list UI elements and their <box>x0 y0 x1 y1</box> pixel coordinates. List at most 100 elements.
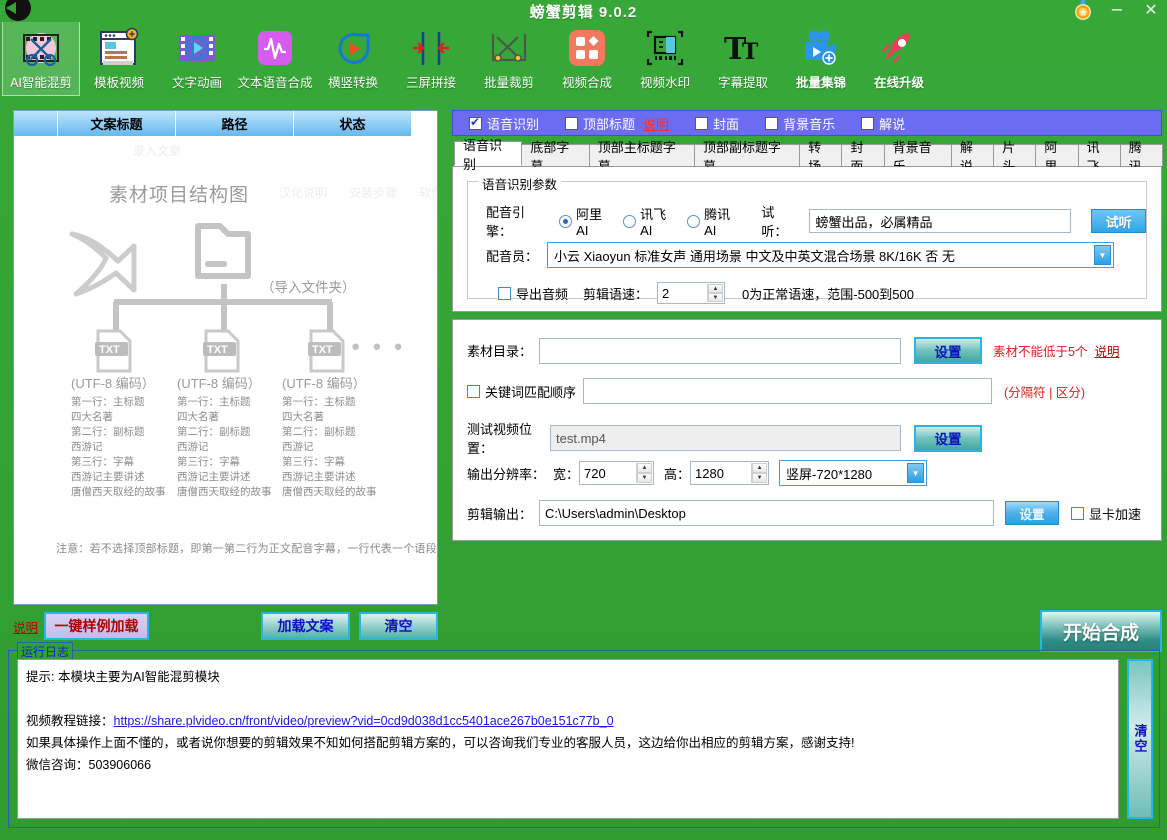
chevron-down-icon[interactable]: ▼ <box>907 463 925 483</box>
tab-bottom-subtitle[interactable]: 底部字幕 <box>521 140 590 174</box>
toolbar-item-text-animation[interactable]: 文字动画 <box>158 22 236 96</box>
stepper-buttons[interactable]: ▲ ▼ <box>751 463 768 483</box>
column-header-path[interactable]: 路径 <box>176 111 294 136</box>
output-path-set-button[interactable]: 设置 <box>1005 501 1059 525</box>
checkbox-box[interactable] <box>469 115 482 130</box>
radio-dot[interactable] <box>559 214 573 228</box>
toolbar-item-orientation-convert[interactable]: 横竖转换 <box>314 22 392 96</box>
test-video-set-button[interactable]: 设置 <box>914 424 982 452</box>
stepper-buttons[interactable]: ▲ ▼ <box>636 463 653 483</box>
column-header-title[interactable]: 文案标题 <box>58 111 176 136</box>
radio-dot[interactable] <box>623 214 637 228</box>
clear-script-button[interactable]: 清空 <box>359 612 438 640</box>
tab-top-sub-title-subtitle[interactable]: 顶部副标题字幕 <box>693 140 801 174</box>
radio-tencent-ai[interactable]: 腾讯AI <box>687 204 741 238</box>
toolbar-item-batch-crop[interactable]: 批量裁剪 <box>470 22 548 96</box>
radio-ali-ai[interactable]: 阿里AI <box>559 204 613 238</box>
width-stepper[interactable]: 720 ▲ ▼ <box>579 461 655 485</box>
checkbox-speech-recognition[interactable]: 语音识别 <box>469 114 539 133</box>
radio-dot[interactable] <box>687 214 701 228</box>
medal-icon[interactable] <box>1073 0 1093 20</box>
stepper-up-icon[interactable]: ▲ <box>708 284 724 293</box>
clear-log-button[interactable]: 清空 <box>1127 659 1153 819</box>
column-header-status[interactable]: 状态 <box>294 111 412 136</box>
output-path-input[interactable]: C:\Users\admin\Desktop <box>539 500 994 526</box>
keyword-input[interactable] <box>583 378 993 404</box>
height-value: 1280 <box>695 465 724 481</box>
keyword-row: 关键词匹配顺序 (分隔符 | 区分) <box>467 378 1085 404</box>
tab-opening[interactable]: 片头 <box>993 140 1037 174</box>
stepper-up-icon[interactable]: ▲ <box>637 463 653 473</box>
ai-mix-cut-icon <box>18 26 64 70</box>
checkbox-keyword-order[interactable]: 关键词匹配顺序 <box>467 382 576 401</box>
chevron-down-icon[interactable]: ▼ <box>1094 245 1112 265</box>
tutorial-link[interactable]: https://share.plvideo.cn/front/video/pre… <box>114 714 614 728</box>
checkbox-export-audio[interactable]: 导出音频 <box>498 284 568 303</box>
checkbox-box[interactable] <box>765 116 779 130</box>
material-help-link[interactable]: 说明 <box>1094 341 1119 360</box>
script-list-body[interactable]: 录入文章 汉化说明 安装步骤 软件 素材项目结构图 （导入文件夹） <box>14 136 437 604</box>
tab-narration[interactable]: 解说 <box>950 140 995 174</box>
file-line: 唐僧西天取经的故事 <box>177 486 272 498</box>
tab-top-main-title-subtitle[interactable]: 顶部主标题字幕 <box>588 140 695 174</box>
sample-load-button[interactable]: 一键样例加载 <box>44 612 150 640</box>
checkbox-gpu-acceleration[interactable]: 显卡加速 <box>1071 504 1141 523</box>
preview-text-input[interactable]: 螃蟹出品，必属精品 <box>809 209 1072 233</box>
toolbar-item-three-screen-splice[interactable]: 三屏拼接 <box>392 22 470 96</box>
column-header-index[interactable] <box>14 111 58 136</box>
toolbar-item-subtitle-extract[interactable]: T T 字幕提取 <box>704 22 782 96</box>
output-path-label: 剪辑输出： <box>467 506 533 522</box>
stepper-up-icon[interactable]: ▲ <box>752 463 768 473</box>
voice-select[interactable]: 小云 Xiaoyun 标准女声 通用场景 中文及中英文混合场景 8K/16K 否… <box>547 242 1115 268</box>
height-label: 高： <box>664 466 691 482</box>
toolbar-item-video-watermark[interactable]: 视频水印 <box>626 22 704 96</box>
txt-file-icon: TXT <box>203 329 240 373</box>
file-line: 第二行：副标题 <box>71 426 145 438</box>
checkbox-box[interactable] <box>565 116 579 130</box>
toolbar-item-ai-mix-cut[interactable]: AI智能混剪 <box>2 22 80 96</box>
toolbar-item-batch-highlights[interactable]: 批量集锦 <box>782 22 860 96</box>
minimize-button[interactable]: − <box>1107 0 1127 20</box>
toolbar-item-video-compose[interactable]: 视频合成 <box>548 22 626 96</box>
run-log-content[interactable]: 提示: 本模块主要为AI智能混剪模块 视频教程链接：https://share.… <box>17 659 1119 819</box>
close-button[interactable]: ✕ <box>1141 0 1161 20</box>
toolbar-item-label: 文本语音合成 <box>237 76 313 90</box>
start-compose-button[interactable]: 开始合成 <box>1040 610 1162 652</box>
stepper-down-icon[interactable]: ▼ <box>637 473 653 483</box>
radio-xunfei-ai[interactable]: 讯飞AI <box>623 204 677 238</box>
tab-cover[interactable]: 封面 <box>841 140 885 174</box>
stepper-buttons[interactable]: ▲ ▼ <box>707 284 724 302</box>
checkbox-background-music[interactable]: 背景音乐 <box>765 114 835 133</box>
resolution-preset-select[interactable]: 竖屏-720*1280 ▼ <box>779 460 928 486</box>
toolbar-item-text-to-speech[interactable]: 文本语音合成 <box>236 22 314 96</box>
toolbar-item-online-upgrade[interactable]: 在线升级 <box>860 22 938 96</box>
material-dir-input[interactable] <box>539 337 901 364</box>
checkbox-narration[interactable]: 解说 <box>861 114 905 133</box>
tab-tencent[interactable]: 腾讯 <box>1119 140 1163 174</box>
checkbox-box[interactable] <box>1071 506 1084 520</box>
checkbox-box[interactable] <box>498 286 511 300</box>
test-video-input[interactable]: test.mp4 <box>550 425 901 451</box>
load-script-button[interactable]: 加载文案 <box>261 612 350 640</box>
tab-transition[interactable]: 转场 <box>799 140 843 174</box>
checkbox-cover[interactable]: 封面 <box>695 114 739 133</box>
stepper-down-icon[interactable]: ▼ <box>708 293 724 302</box>
tab-ali[interactable]: 阿里 <box>1035 140 1079 174</box>
stepper-down-icon[interactable]: ▼ <box>752 473 768 483</box>
keyword-hint: (分隔符 | 区分) <box>1004 385 1086 400</box>
material-dir-set-button[interactable]: 设置 <box>914 337 982 364</box>
height-stepper[interactable]: 1280 ▲ ▼ <box>690 461 770 485</box>
checkbox-top-title[interactable]: 顶部标题 说明 <box>565 114 669 133</box>
txt-file-desc-1: (UTF-8 编码） 第一行：主标题 四大名著 第二行：副标题 西游记 第三行：… <box>177 376 272 500</box>
left-help-link[interactable]: 说明 <box>13 617 38 636</box>
tab-speech-recognition[interactable]: 语音识别 <box>454 138 523 172</box>
tab-background-music[interactable]: 背景音乐 <box>883 140 952 174</box>
speed-stepper[interactable]: 2 ▲ ▼ <box>657 282 726 304</box>
toolbar-item-template-video[interactable]: 模板视频 <box>80 22 158 96</box>
checkbox-box[interactable] <box>695 116 709 130</box>
checkbox-box[interactable] <box>861 116 875 130</box>
top-title-help-link[interactable]: 说明 <box>643 114 669 133</box>
preview-button[interactable]: 试听 <box>1091 209 1146 233</box>
tab-xunfei[interactable]: 讯飞 <box>1077 140 1121 174</box>
checkbox-box[interactable] <box>467 384 480 398</box>
